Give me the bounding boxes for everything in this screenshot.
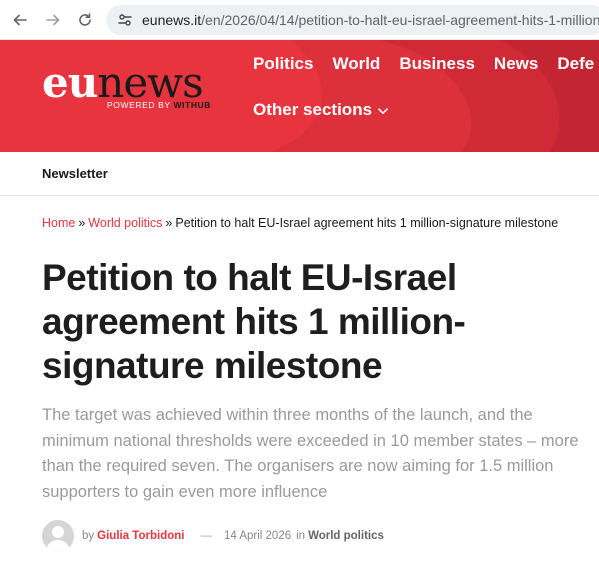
breadcrumb-separator: » [78,216,86,230]
site-settings-icon[interactable] [116,11,134,29]
address-bar[interactable]: eunews.it/en/2026/04/14/petition-to-halt… [106,5,599,35]
byline-separator: — [200,530,212,542]
nav-item-business[interactable]: Business [399,54,475,74]
logo-powered-by: POWERED BY WITHUB [107,100,211,110]
logo-eu: eu [42,58,98,107]
breadcrumb: Home» World politics» Petition to halt EU-… [42,216,558,230]
nav-item-world[interactable]: World [332,54,380,74]
author-link[interactable]: Giulia Torbidoni [97,530,184,542]
other-sections-menu[interactable]: Other sections [253,100,388,120]
site-header: eunews POWERED BY WITHUB Politics World … [0,40,599,152]
url-path: /en/2026/04/14/petition-to-halt-eu-israe… [201,12,599,28]
url-host: eunews.it [142,12,202,28]
author-avatar[interactable] [42,520,74,552]
main-nav: Politics World Business News Defe [253,54,599,74]
nav-item-news[interactable]: News [494,54,538,74]
secondary-nav: Newsletter [0,152,599,196]
back-arrow-icon[interactable] [9,9,31,31]
byline: by Giulia Torbidoni — 14 April 2026 in W… [42,520,384,552]
article-title: Petition to halt EU-Israel agreement hit… [42,257,466,386]
powered-prefix: POWERED BY [107,100,174,110]
by-prefix: by [82,530,95,542]
other-sections-label: Other sections [253,100,373,119]
nav-item-defence[interactable]: Defe [557,54,594,74]
publish-date: 14 April 2026 [223,530,292,542]
browser-toolbar: eunews.it/en/2026/04/14/petition-to-halt… [0,0,599,40]
breadcrumb-home[interactable]: Home [42,216,75,230]
nav-item-politics[interactable]: Politics [253,54,313,74]
in-prefix: in [296,530,306,542]
powered-brand: WITHUB [173,100,212,110]
breadcrumb-current: Petition to halt EU-Israel agreement hit… [175,216,559,230]
chevron-down-icon [378,100,388,120]
logo-wordmark: eunews [42,62,204,104]
site-logo[interactable]: eunews POWERED BY WITHUB [42,62,210,111]
breadcrumb-section[interactable]: World politics [88,216,162,230]
reload-icon[interactable] [74,9,96,31]
article-lead: The target was achieved within three mon… [42,406,579,501]
category-link[interactable]: World politics [308,530,384,542]
newsletter-link[interactable]: Newsletter [42,166,108,181]
forward-arrow-icon[interactable] [42,9,64,31]
breadcrumb-separator: » [165,216,173,230]
url-text: eunews.it/en/2026/04/14/petition-to-halt… [142,12,599,28]
